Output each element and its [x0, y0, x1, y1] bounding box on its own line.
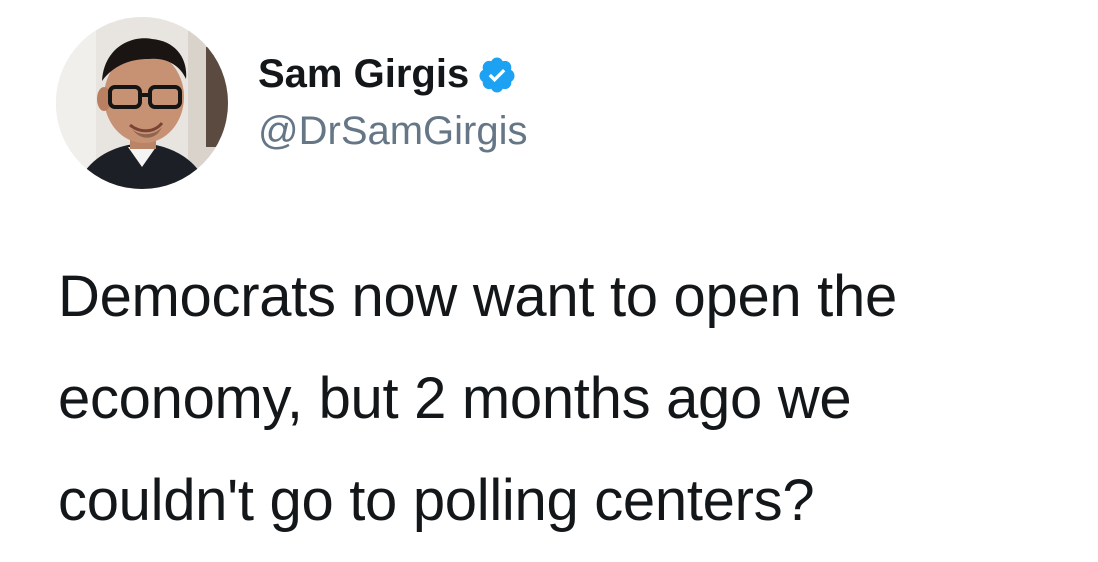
author-info: Sam Girgis @DrSamGirgis	[258, 47, 528, 154]
user-handle[interactable]: @DrSamGirgis	[258, 109, 528, 154]
avatar-photo	[56, 17, 228, 189]
avatar[interactable]	[56, 17, 228, 189]
tweet-text-line: couldn't go to polling centers?	[58, 468, 815, 533]
tweet-card: Sam Girgis @DrSamGirgis Democrats now wa…	[0, 0, 1098, 562]
tweet-header: Sam Girgis @DrSamGirgis	[56, 16, 528, 190]
tweet-text-line: Democrats now want to open the	[58, 264, 897, 329]
tweet-text-line: economy, but 2 months ago we	[58, 366, 852, 431]
name-row: Sam Girgis	[258, 47, 528, 103]
tweet-text: Democrats now want to open the economy, …	[58, 246, 1088, 552]
verified-badge-icon	[477, 55, 517, 95]
display-name[interactable]: Sam Girgis	[258, 52, 469, 97]
